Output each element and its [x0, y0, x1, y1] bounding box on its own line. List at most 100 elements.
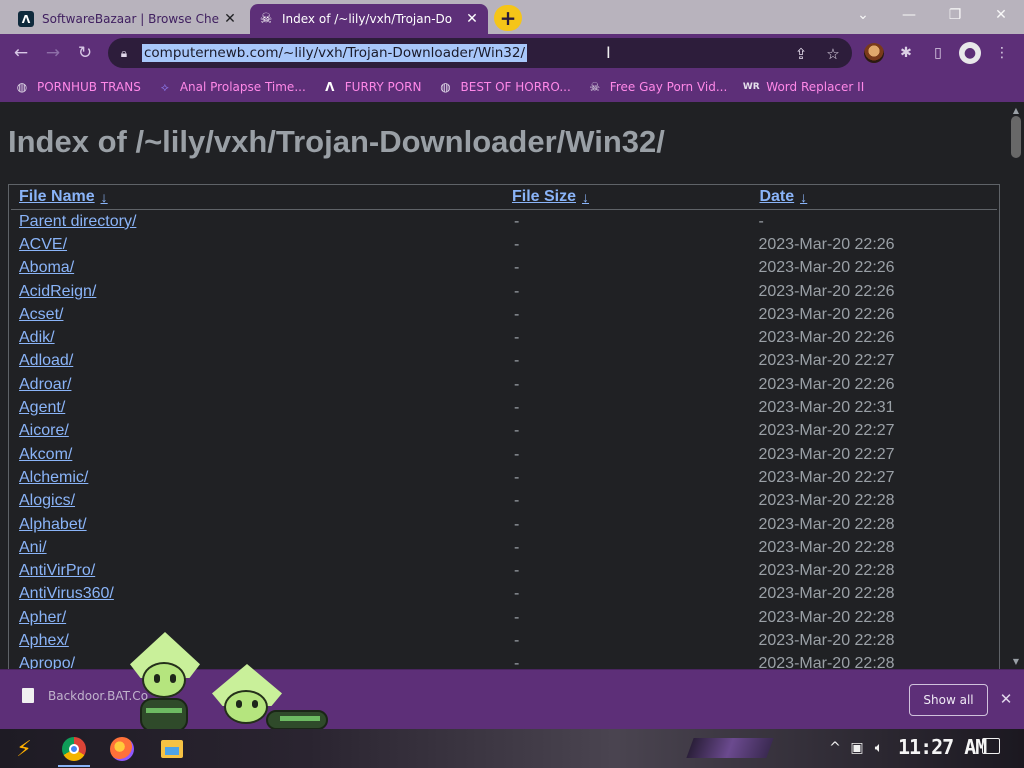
file-date: 2023-Mar-20 22:31 [758, 399, 895, 417]
back-button[interactable]: ← [8, 40, 34, 66]
file-size: - [513, 631, 520, 649]
close-window-button[interactable]: ✕ [978, 0, 1024, 30]
text-cursor-icon: I [606, 43, 611, 62]
close-icon[interactable]: ✕ [464, 11, 480, 27]
bookmarks-bar: ◍ PORNHUB TRANS ⟡ Anal Prolapse Time... … [0, 72, 1024, 102]
table-row: Agent/- 2023-Mar-20 22:31 [11, 396, 997, 419]
minimize-button[interactable]: — [886, 0, 932, 30]
tab-title: Index of /~lily/vxh/Trojan-Do [282, 12, 453, 26]
address-bar[interactable]: 🔒︎ computernewb.com/~lily/vxh/Trojan-Dow… [108, 38, 852, 68]
table-row: Adroar/- 2023-Mar-20 22:26 [11, 373, 997, 396]
bookmark-item[interactable]: ⟡ Anal Prolapse Time... [157, 79, 306, 95]
menu-kebab-icon[interactable]: ⋮ [992, 43, 1012, 63]
sort-arrow-icon[interactable]: ↓ [101, 189, 108, 205]
file-size: - [513, 352, 520, 370]
tab-search-chevron-icon[interactable]: ⌄ [840, 0, 886, 30]
file-name-link[interactable]: Alogics/ [11, 492, 504, 510]
lock-icon[interactable]: 🔒︎ [116, 45, 132, 61]
file-name-link[interactable]: AntiVirus360/ [11, 585, 504, 603]
file-name-link[interactable]: Aphex/ [11, 632, 504, 650]
table-row: Alchemic/- 2023-Mar-20 22:27 [11, 466, 997, 489]
network-icon[interactable]: ▣ [848, 739, 866, 757]
extensions-puzzle-icon[interactable]: ✱ [896, 43, 916, 63]
close-icon[interactable]: ✕ [222, 11, 238, 27]
scroll-down-arrow-icon[interactable]: ▼ [1011, 656, 1021, 666]
file-icon [22, 688, 34, 703]
url-text[interactable]: computernewb.com/~lily/vxh/Trojan-Downlo… [142, 44, 528, 62]
file-name-link[interactable]: Apher/ [11, 609, 504, 627]
bookmark-label: BEST OF HORRO... [460, 80, 571, 94]
file-date: 2023-Mar-20 22:28 [758, 538, 895, 556]
file-explorer-taskbar-icon[interactable] [156, 734, 188, 764]
share-icon[interactable]: ⇪ [792, 45, 810, 63]
bookmark-item[interactable]: WR Word Replacer II [743, 79, 864, 95]
file-name-link[interactable]: Parent directory/ [11, 213, 504, 231]
file-name-link[interactable]: Aboma/ [11, 259, 504, 277]
tab-index-of[interactable]: ☠ Index of /~lily/vxh/Trojan-Do ✕ [250, 4, 488, 34]
bookmark-item[interactable]: Λ FURRY PORN [322, 79, 421, 95]
file-size: - [513, 259, 520, 277]
extension-avatar-icon[interactable] [864, 43, 884, 63]
chrome-taskbar-icon[interactable] [58, 734, 90, 764]
file-name-link[interactable]: Ani/ [11, 539, 504, 557]
file-size: - [513, 468, 520, 486]
active-app-indicator [58, 765, 90, 767]
bookmark-label: PORNHUB TRANS [37, 80, 141, 94]
file-name-link[interactable]: AntiVirPro/ [11, 562, 504, 580]
bookmark-star-icon[interactable]: ☆ [824, 45, 842, 63]
table-row: Aboma/- 2023-Mar-20 22:26 [11, 257, 997, 280]
file-name-link[interactable]: Adik/ [11, 329, 504, 347]
browser-toolbar: ← → ↻ 🔒︎ computernewb.com/~lily/vxh/Troj… [0, 34, 1024, 72]
file-name-link[interactable]: Alphabet/ [11, 516, 504, 534]
side-panel-icon[interactable]: ▯ [928, 43, 948, 63]
skull-icon: ☠ [589, 80, 601, 94]
table-row: Aicore/- 2023-Mar-20 22:27 [11, 420, 997, 443]
file-name-link[interactable]: AcidReign/ [11, 283, 504, 301]
file-name-link[interactable]: Adroar/ [11, 376, 504, 394]
file-name-link[interactable]: Aicore/ [11, 422, 504, 440]
file-size: - [513, 375, 520, 393]
file-date: 2023-Mar-20 22:26 [758, 235, 895, 253]
peridot-sticker-image [206, 664, 330, 730]
file-size: - [513, 422, 520, 440]
volume-icon[interactable]: 🔈︎ [870, 739, 888, 757]
scrollbar-thumb[interactable] [1011, 116, 1021, 158]
softwarebazaar-logo-icon: Λ [18, 11, 34, 27]
file-size: - [513, 305, 520, 323]
sort-arrow-icon[interactable]: ↓ [582, 189, 589, 205]
reload-button[interactable]: ↻ [72, 40, 98, 66]
column-header-file-size[interactable]: File Size ↓ [504, 185, 750, 209]
restore-button[interactable]: ❐ [932, 0, 978, 30]
scroll-up-arrow-icon[interactable]: ▲ [1011, 105, 1021, 115]
profile-avatar-icon[interactable]: ● [959, 42, 981, 64]
bookmark-item[interactable]: ☠ Free Gay Porn Vid... [587, 79, 727, 95]
close-icon[interactable]: ✕ [996, 689, 1016, 709]
bookmark-item[interactable]: ◍ PORNHUB TRANS [14, 79, 141, 95]
taskbar: ⚡ ^ ▣ 🔈︎ 11:27 AM [0, 729, 1024, 768]
start-button[interactable]: ⚡ [8, 734, 40, 764]
file-date: 2023-Mar-20 22:26 [758, 305, 895, 323]
clock[interactable]: 11:27 AM [898, 735, 987, 759]
show-all-button[interactable]: Show all [909, 684, 988, 716]
forward-button[interactable]: → [40, 40, 66, 66]
taskbar-decoration [686, 738, 774, 758]
table-row: AcidReign/- 2023-Mar-20 22:26 [11, 280, 997, 303]
file-name-link[interactable]: Acset/ [11, 306, 504, 324]
firefox-taskbar-icon[interactable] [106, 734, 138, 764]
sort-arrow-icon[interactable]: ↓ [800, 189, 807, 205]
file-name-link[interactable]: ACVE/ [11, 236, 504, 254]
tab-softwarebazaar[interactable]: Λ SoftwareBazaar | Browse Che ✕ [10, 4, 246, 34]
file-name-link[interactable]: Adload/ [11, 352, 504, 370]
notification-icon[interactable] [982, 738, 1000, 754]
bookmark-item[interactable]: ◍ BEST OF HORRO... [438, 79, 571, 95]
new-tab-button[interactable]: + [494, 5, 522, 31]
file-date: 2023-Mar-20 22:28 [758, 631, 895, 649]
file-name-link[interactable]: Akcom/ [11, 446, 504, 464]
chevron-up-icon[interactable]: ^ [826, 739, 844, 757]
file-name-link[interactable]: Agent/ [11, 399, 504, 417]
column-header-date[interactable]: Date ↓ [751, 185, 997, 209]
column-header-file-name[interactable]: File Name ↓ [11, 185, 502, 209]
table-row: Ani/- 2023-Mar-20 22:28 [11, 536, 997, 559]
vertical-scrollbar[interactable]: ▲ ▼ [1008, 102, 1024, 669]
file-name-link[interactable]: Alchemic/ [11, 469, 504, 487]
